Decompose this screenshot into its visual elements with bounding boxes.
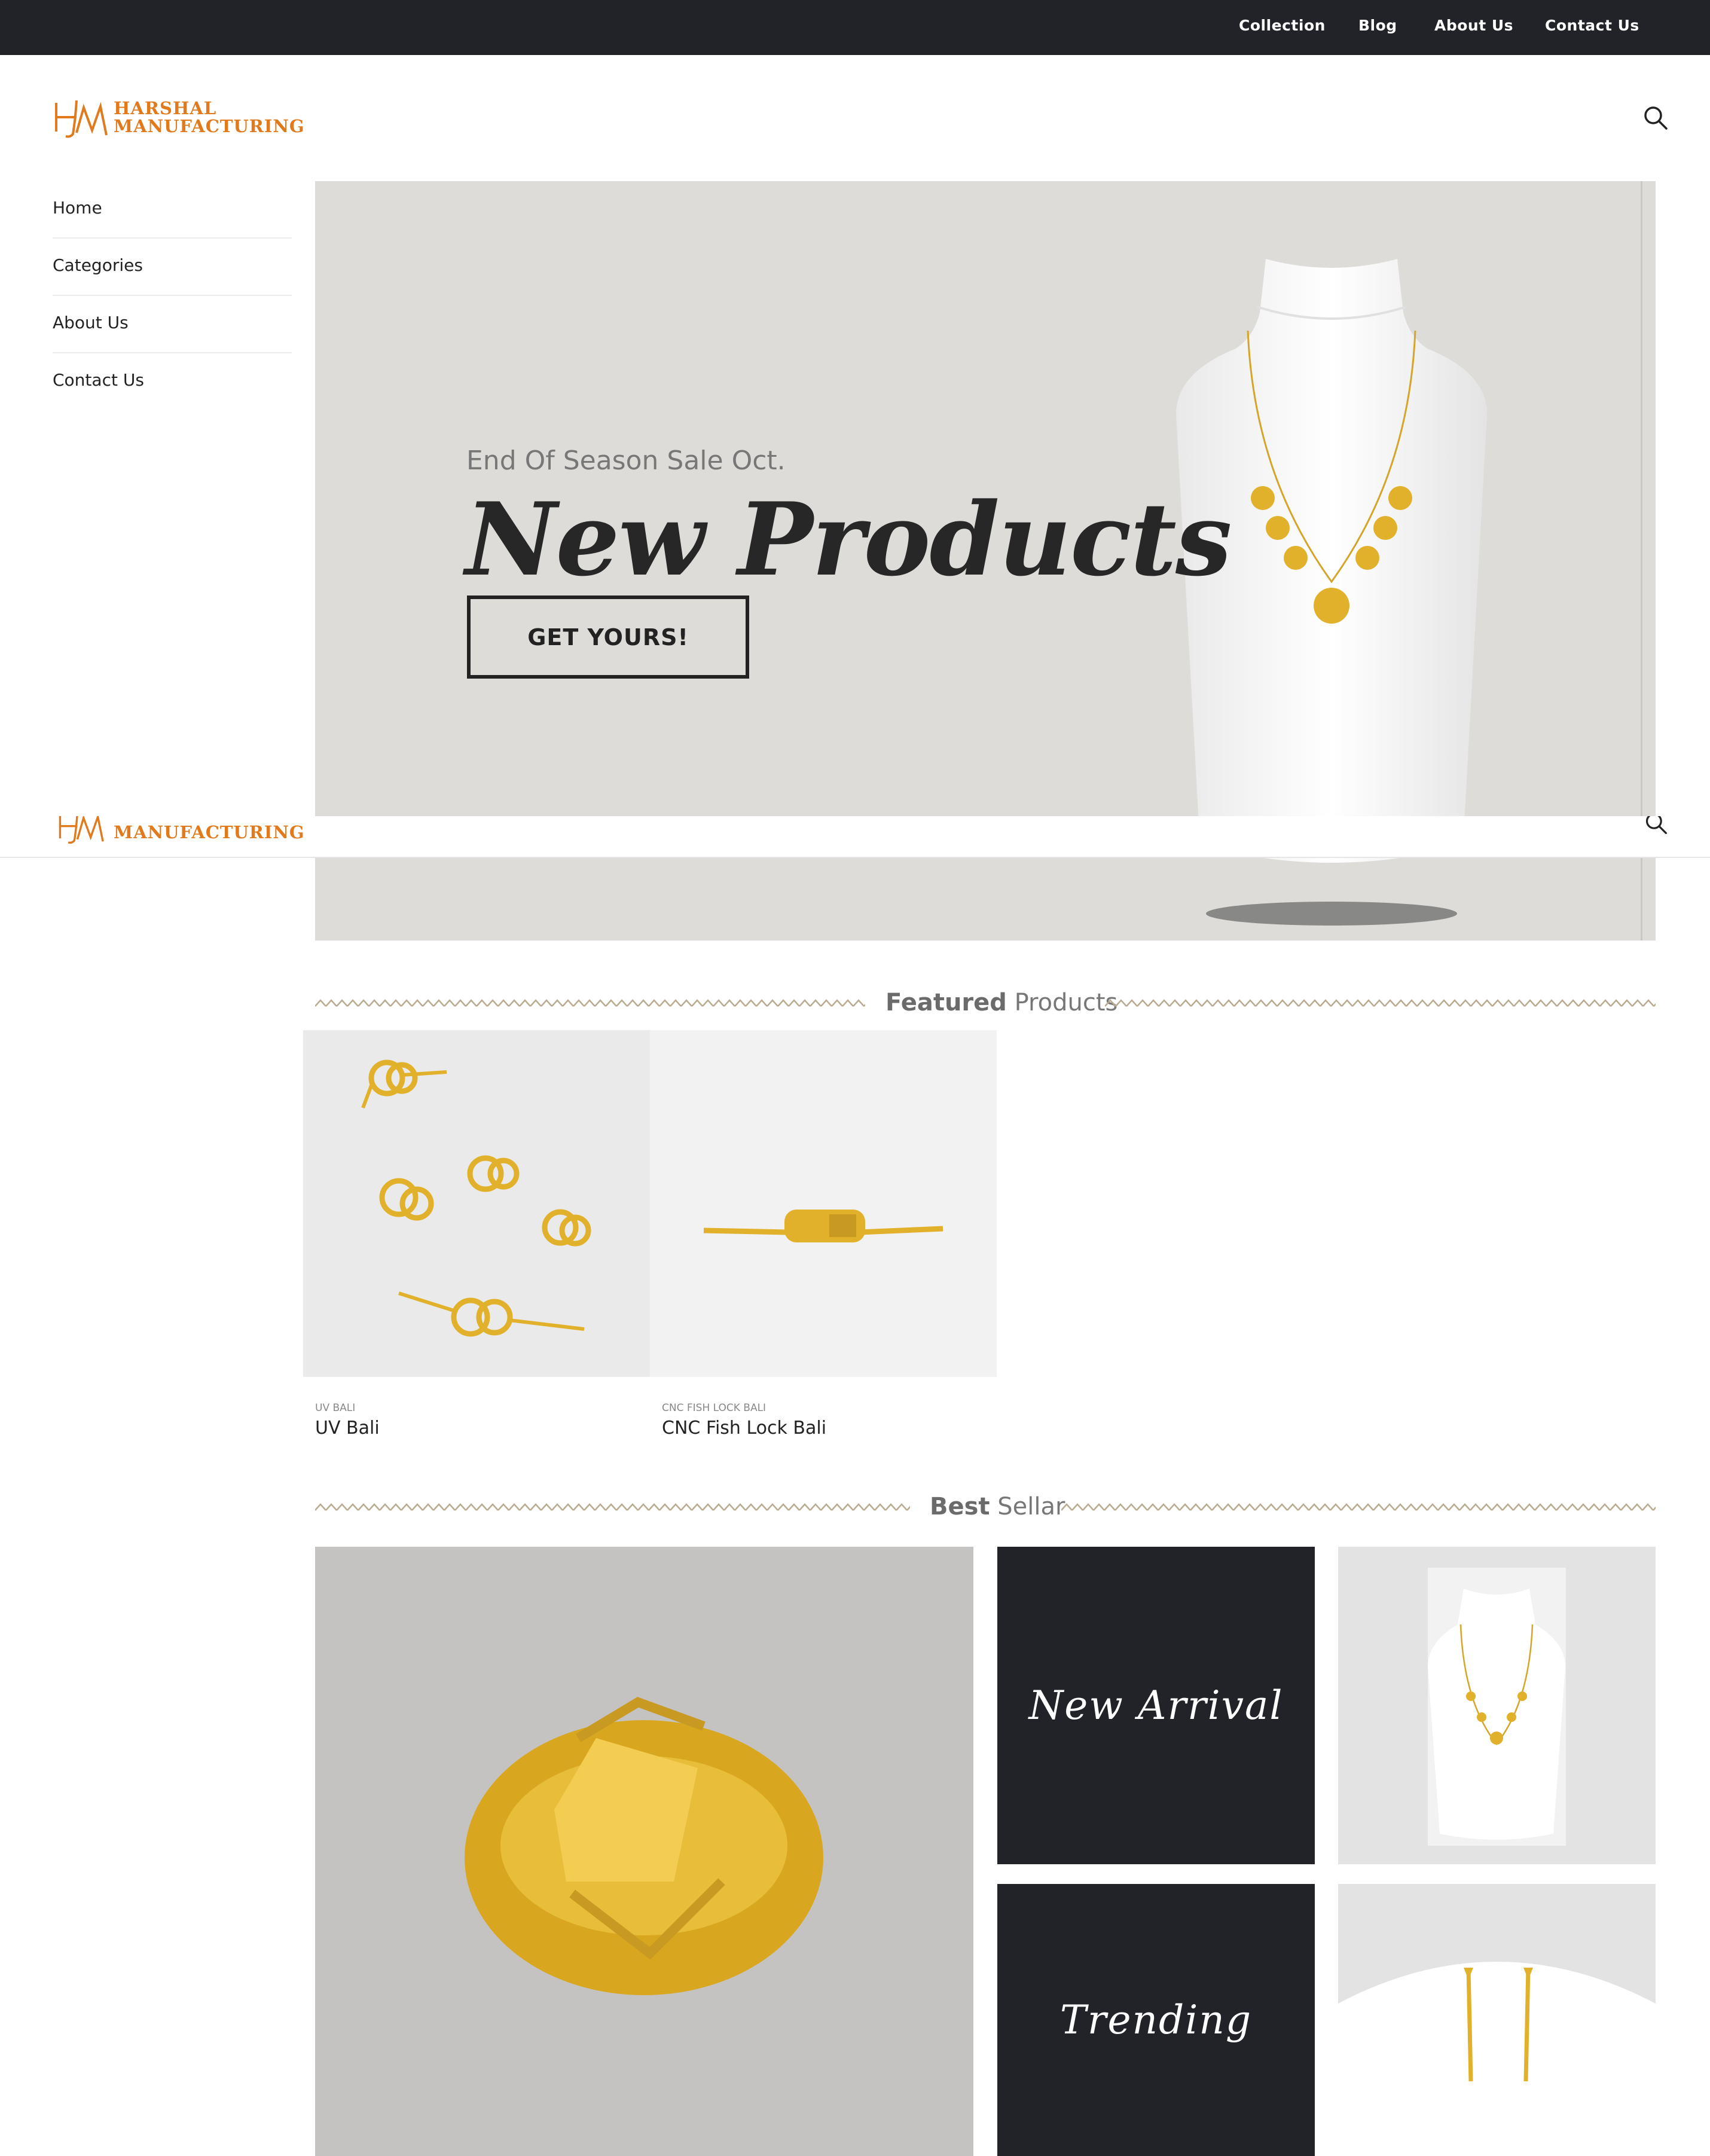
topnav-about-us[interactable]: About Us (1434, 17, 1513, 34)
heading-rest: Products (1006, 989, 1118, 1016)
bestseller-necklace-image[interactable] (1338, 1547, 1656, 1864)
zigzag-divider (1105, 997, 1656, 1009)
heading-bold: Best (930, 1493, 990, 1520)
topnav-collection[interactable]: Collection (1239, 17, 1326, 34)
new-arrival-tile[interactable]: New Arrival (997, 1547, 1315, 1864)
product-name[interactable]: CNC Fish Lock Bali (662, 1418, 826, 1439)
divider (53, 295, 292, 296)
zigzag-divider (315, 1501, 910, 1513)
heading-rest: Sellar (990, 1493, 1065, 1520)
hero-title: New Products (465, 480, 1232, 598)
sidebar-item-home[interactable]: Home (53, 198, 292, 218)
divider (53, 237, 292, 239)
product-name[interactable]: UV Bali (315, 1418, 380, 1439)
product-image-cnc-fish-lock-bali[interactable] (650, 1030, 997, 1377)
product-image-uv-bali[interactable] (303, 1030, 650, 1377)
get-yours-button[interactable]: GET YOURS! (467, 596, 749, 679)
brand-line2: MANUFACTURING (114, 116, 305, 136)
zigzag-divider (315, 997, 865, 1009)
hero-subtitle: End Of Season Sale Oct. (466, 445, 786, 476)
zigzag-divider (1061, 1501, 1656, 1513)
topnav-blog[interactable]: Blog (1358, 17, 1397, 34)
brand-line2: MANUFACTURING (114, 822, 304, 842)
topnav-contact-us[interactable]: Contact Us (1545, 17, 1639, 34)
sticky-brand-logo[interactable]: MANUFACTURING (53, 816, 304, 846)
bestseller-ring-image[interactable] (315, 1547, 973, 2156)
heading-bold: Featured (885, 989, 1007, 1016)
product-category: UV BALI (315, 1402, 356, 1414)
bestseller-earrings-image[interactable] (1338, 1884, 1656, 2156)
sidebar-item-contact-us[interactable]: Contact Us (53, 370, 292, 390)
brand-logo[interactable]: HARSHAL MANUFACTURING (53, 96, 304, 141)
product-category: CNC FISH LOCK BALI (662, 1402, 767, 1414)
sidebar-item-about-us[interactable]: About Us (53, 313, 292, 332)
sticky-header: MANUFACTURING (0, 816, 1710, 858)
search-icon[interactable] (1644, 816, 1668, 835)
best-seller-heading: Best Sellar (930, 1493, 1065, 1520)
brand-line1: HARSHAL (114, 98, 217, 118)
search-icon[interactable] (1642, 105, 1669, 131)
sidebar-item-categories[interactable]: Categories (53, 255, 292, 275)
top-bar: Collection Blog About Us Contact Us (0, 0, 1710, 55)
trending-tile[interactable]: Trending (997, 1884, 1315, 2156)
featured-products-heading: Featured Products (885, 989, 1117, 1016)
divider (53, 352, 292, 353)
logo-mark-icon (55, 100, 108, 138)
logo-mark-icon (59, 816, 104, 844)
